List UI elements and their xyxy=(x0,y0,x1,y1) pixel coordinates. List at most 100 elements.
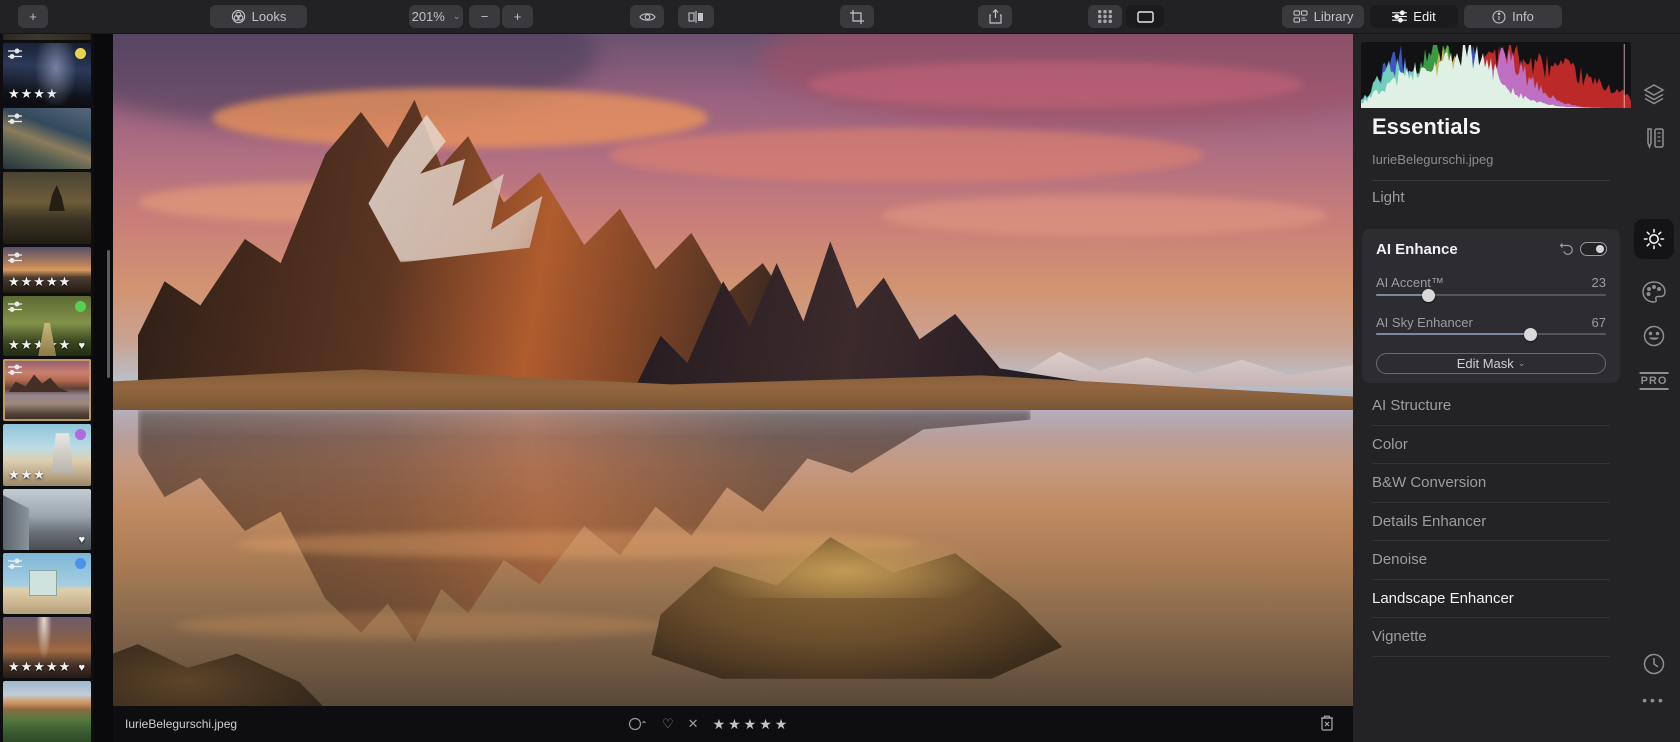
thumb-rating-stars: ★★★★★ xyxy=(8,337,71,353)
reset-icon[interactable] xyxy=(1559,242,1574,260)
canvas-tools-icon[interactable] xyxy=(1642,126,1666,152)
gallery-grid-view-button[interactable] xyxy=(1088,5,1122,28)
photo-art xyxy=(113,410,1353,437)
edited-badge-icon xyxy=(7,363,23,381)
chevron-down-icon: ⌄ xyxy=(453,11,461,22)
creative-palette-icon[interactable] xyxy=(1641,280,1667,304)
tab-info[interactable]: Info xyxy=(1464,5,1562,28)
edit-sliders-icon xyxy=(1392,10,1407,23)
history-clock-icon[interactable] xyxy=(1642,652,1666,676)
more-options-icon[interactable]: ••• xyxy=(1642,692,1666,708)
filmstrip-thumbnail[interactable]: ♥ xyxy=(3,489,91,550)
photo-art xyxy=(175,612,671,639)
chevron-down-icon: ⌄ xyxy=(1518,358,1526,369)
slider-track[interactable] xyxy=(1376,333,1606,335)
rating-stars[interactable]: ★★★★★ xyxy=(713,716,791,733)
plus-icon: + xyxy=(514,9,522,24)
slider-label: AI Sky Enhancer xyxy=(1376,315,1473,330)
section-details-enhancer[interactable]: Details Enhancer xyxy=(1372,503,1610,542)
favorite-heart-icon[interactable]: ♡ xyxy=(662,716,674,732)
section-denoise[interactable]: Denoise xyxy=(1372,541,1610,580)
compare-before-after-button[interactable] xyxy=(678,5,714,28)
filmstrip-thumbnail[interactable]: ★★★★★♥ xyxy=(3,296,91,356)
canvas-bottom-bar: IurieBelegurschi.jpeg ♡ ✕ ★★★★★ xyxy=(113,706,1353,742)
filmstrip-thumbnail[interactable] xyxy=(3,553,91,614)
edited-badge-icon xyxy=(7,251,23,269)
thumb-rating-stars: ★★★ xyxy=(8,467,46,483)
photo-art xyxy=(212,88,708,148)
compare-icon xyxy=(688,11,704,23)
slider-value: 67 xyxy=(1592,315,1606,330)
tab-edit[interactable]: Edit xyxy=(1370,5,1458,28)
plus-icon: + xyxy=(29,9,37,24)
filmstrip-thumbnail[interactable] xyxy=(3,172,91,244)
filmstrip-thumbnail[interactable]: ★★★★ xyxy=(3,43,91,105)
section-ai-structure[interactable]: AI Structure xyxy=(1372,387,1610,426)
toggle-knob xyxy=(1596,245,1604,253)
looks-label: Looks xyxy=(252,9,287,24)
current-filename: IurieBelegurschi.jpeg xyxy=(125,717,237,731)
filmstrip-thumbnail[interactable] xyxy=(3,681,91,742)
color-label-dot xyxy=(75,429,86,440)
single-image-view-button[interactable] xyxy=(1126,5,1164,28)
minus-icon: − xyxy=(481,9,489,24)
zoom-out-button[interactable]: − xyxy=(469,5,500,28)
edited-badge-icon xyxy=(7,112,23,130)
histogram[interactable] xyxy=(1361,42,1631,108)
photo-art xyxy=(708,531,981,598)
panel-filename: IurieBelegurschi.jpeg xyxy=(1372,152,1493,167)
preview-original-button[interactable] xyxy=(630,5,664,28)
color-label-dot xyxy=(75,558,86,569)
thumb-rating-stars: ★★★★ xyxy=(8,86,59,102)
info-icon xyxy=(1492,10,1506,24)
pro-label: PRO xyxy=(1640,372,1669,390)
slider-label: AI Accent™ xyxy=(1376,275,1444,290)
filmstrip-thumbnail[interactable]: ★★★★★♥ xyxy=(3,617,91,678)
panel-title: Essentials xyxy=(1372,114,1481,140)
looks-button[interactable]: Looks xyxy=(210,5,307,28)
slider-thumb[interactable] xyxy=(1422,289,1435,302)
essentials-sun-icon[interactable] xyxy=(1634,219,1674,259)
thumb-rating-stars: ★★★★★ xyxy=(8,659,71,675)
edit-mask-label: Edit Mask xyxy=(1457,356,1514,371)
section-b-w-conversion[interactable]: B&W Conversion xyxy=(1372,464,1610,503)
add-photos-button[interactable]: + xyxy=(18,5,48,28)
filmstrip-thumbnail[interactable] xyxy=(3,34,91,40)
section-vignette[interactable]: Vignette xyxy=(1372,618,1610,657)
zoom-in-button[interactable]: + xyxy=(502,5,533,28)
trash-icon[interactable] xyxy=(1319,714,1335,737)
crop-button[interactable] xyxy=(840,5,874,28)
ai-enhance-title: AI Enhance xyxy=(1376,241,1458,258)
share-button[interactable] xyxy=(978,5,1012,28)
ai-enhance-toggle[interactable] xyxy=(1580,242,1607,256)
filmstrip-thumbnail[interactable] xyxy=(3,108,91,169)
tool-sections-list: AI StructureColorB&W ConversionDetails E… xyxy=(1372,387,1610,657)
portrait-smiley-icon[interactable] xyxy=(1642,324,1666,348)
slider-track[interactable] xyxy=(1376,294,1606,296)
photo-art xyxy=(882,195,1328,235)
pro-badge[interactable]: PRO xyxy=(1640,372,1669,390)
filmstrip-thumbnail-selected[interactable] xyxy=(3,359,91,421)
section-light[interactable]: Light xyxy=(1372,189,1405,206)
grid-icon xyxy=(1098,10,1112,23)
section-landscape-enhancer[interactable]: Landscape Enhancer xyxy=(1372,580,1610,619)
section-color[interactable]: Color xyxy=(1372,426,1610,465)
eye-icon xyxy=(639,11,656,23)
layers-icon[interactable] xyxy=(1642,82,1666,106)
photo-art xyxy=(609,128,1204,182)
zoom-value: 201% xyxy=(412,9,445,24)
slider-thumb[interactable] xyxy=(1524,328,1537,341)
reject-x-icon[interactable]: ✕ xyxy=(688,716,699,732)
filmstrip-thumbnail[interactable]: ★★★ xyxy=(3,424,91,486)
edited-badge-icon xyxy=(7,47,23,65)
filmstrip: ★★★★★★★★★★★★★★♥★★★♥★★★★★♥ xyxy=(0,34,94,742)
tab-label: Library xyxy=(1314,9,1354,24)
filmstrip-scrollbar[interactable] xyxy=(107,250,110,378)
edit-mask-button[interactable]: Edit Mask ⌄ xyxy=(1376,353,1606,374)
filmstrip-thumbnail[interactable]: ★★★★★ xyxy=(3,247,91,293)
tab-library[interactable]: Library xyxy=(1282,5,1364,28)
zoom-level-dropdown[interactable]: 201% ⌄ xyxy=(409,5,463,28)
photo-canvas[interactable] xyxy=(113,34,1353,706)
edited-badge-icon xyxy=(7,557,23,575)
edit-state-icon[interactable] xyxy=(628,717,648,731)
